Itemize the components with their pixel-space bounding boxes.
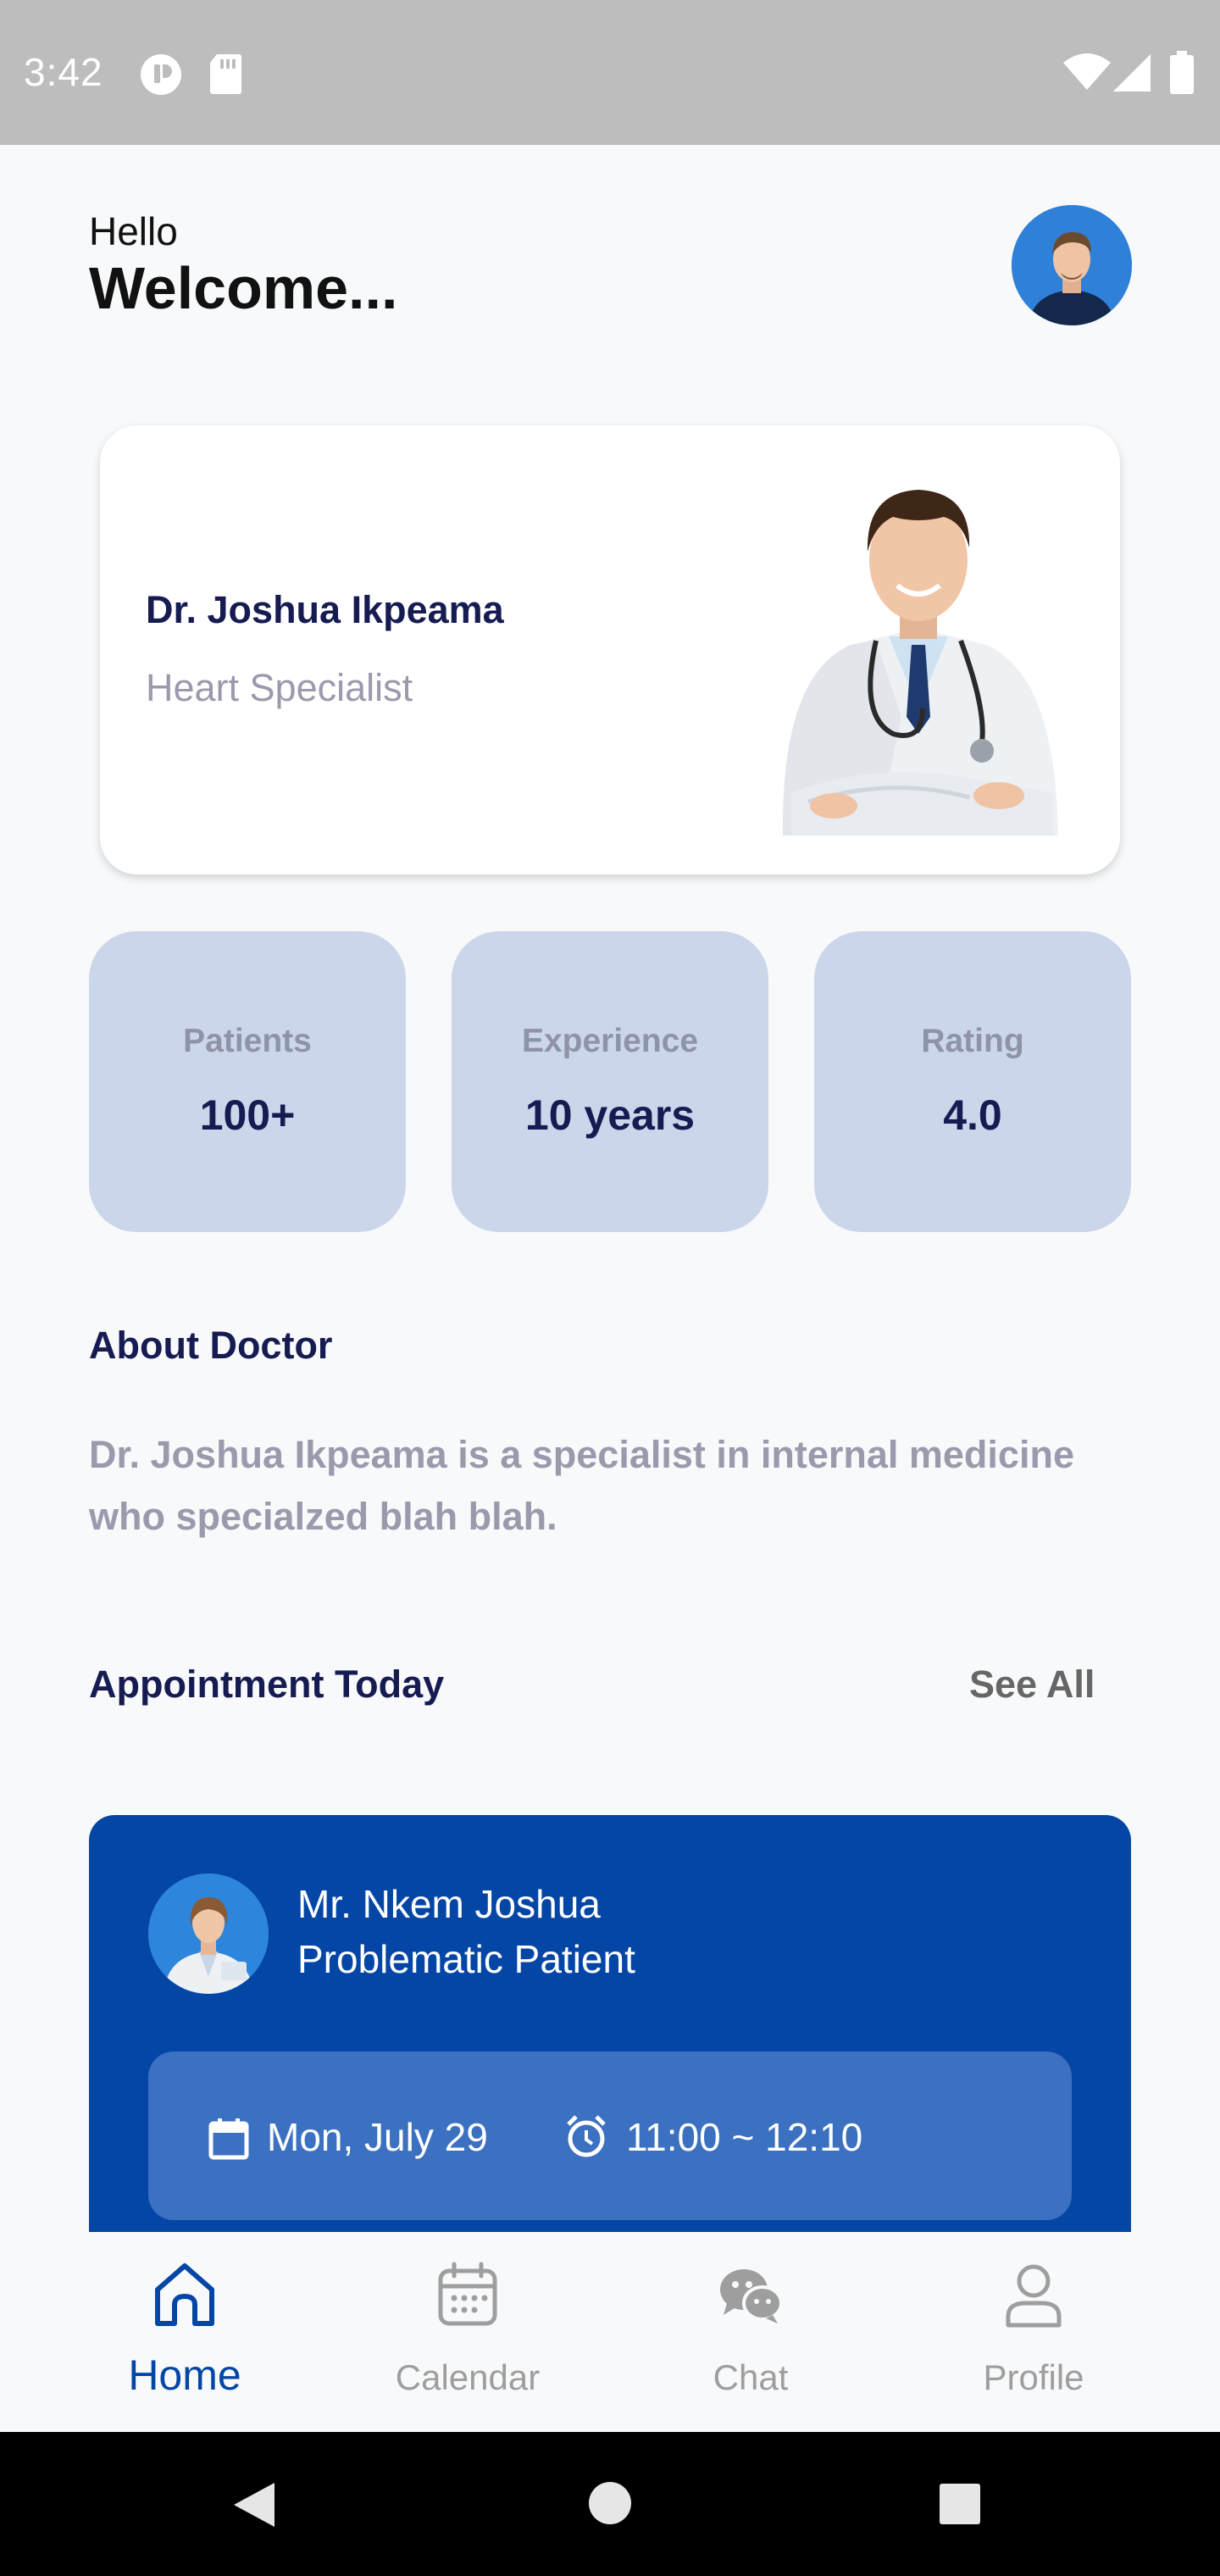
calendar-icon bbox=[438, 2262, 497, 2326]
battery-icon bbox=[1170, 51, 1194, 94]
sd-card-icon bbox=[210, 54, 241, 94]
stat-label: Patients bbox=[183, 1023, 312, 1059]
appointment-date: Mon, July 29 bbox=[267, 2115, 488, 2159]
doctor-specialty: Heart Specialist bbox=[146, 666, 413, 709]
greeting-text: Hello bbox=[89, 209, 178, 253]
nav-calendar[interactable]: Calendar bbox=[341, 2232, 595, 2432]
nav-label-chat: Chat bbox=[713, 2357, 789, 2397]
home-icon bbox=[155, 2263, 214, 2326]
app-screen: 3:42 Hello Welcome... Dr. Joshua Ikpeama… bbox=[0, 0, 1220, 2576]
doctor-photo bbox=[782, 490, 1058, 836]
stat-value: 100+ bbox=[199, 1091, 296, 1139]
patient-name: Mr. Nkem Joshua bbox=[297, 1882, 601, 1926]
about-title: About Doctor bbox=[89, 1324, 333, 1367]
nav-label-profile: Profile bbox=[983, 2357, 1084, 2397]
alarm-clock-icon bbox=[567, 2115, 606, 2157]
appointment-card[interactable]: Mr. Nkem Joshua Problematic Patient Mon,… bbox=[89, 1815, 1131, 2239]
recents-button-icon[interactable] bbox=[939, 2483, 981, 2525]
circle-badge-icon bbox=[141, 54, 181, 95]
calendar-small-icon bbox=[208, 2118, 249, 2160]
stat-card-rating: Rating 4.0 bbox=[814, 931, 1131, 1232]
appointment-schedule: Mon, July 29 11:00 ~ 12:10 bbox=[148, 2051, 1072, 2220]
welcome-title: Welcome... bbox=[89, 255, 398, 321]
profile-icon bbox=[1006, 2264, 1062, 2328]
status-bar: 3:42 bbox=[0, 0, 1220, 145]
nav-label-calendar: Calendar bbox=[395, 2357, 541, 2397]
appointment-time: 11:00 ~ 12:10 bbox=[626, 2115, 863, 2159]
wifi-icon bbox=[1063, 53, 1111, 90]
stat-card-experience: Experience 10 years bbox=[452, 931, 768, 1232]
stat-value: 10 years bbox=[524, 1091, 696, 1139]
nav-home[interactable]: Home bbox=[58, 2232, 312, 2432]
system-navigation-bar bbox=[0, 2432, 1220, 2576]
see-all-link[interactable]: See All bbox=[969, 1663, 1095, 1707]
appointments-title: Appointment Today bbox=[89, 1663, 445, 1706]
doctor-name: Dr. Joshua Ikpeama bbox=[146, 588, 504, 631]
doctor-card[interactable]: Dr. Joshua Ikpeama Heart Specialist bbox=[100, 425, 1120, 874]
user-avatar[interactable] bbox=[1012, 205, 1132, 325]
stat-value: 4.0 bbox=[943, 1091, 1002, 1139]
stat-card-patients: Patients 100+ bbox=[89, 931, 406, 1232]
stat-label: Experience bbox=[521, 1023, 699, 1059]
about-text: Dr. Joshua Ikpeama is a specialist in in… bbox=[89, 1433, 1074, 1538]
patient-note: Problematic Patient bbox=[297, 1937, 635, 1981]
stat-label: Rating bbox=[921, 1023, 1024, 1059]
patient-avatar bbox=[148, 1874, 269, 1994]
bottom-navigation: Home Calendar Chat Profile bbox=[0, 2232, 1220, 2432]
nav-chat[interactable]: Chat bbox=[624, 2232, 878, 2432]
nav-label-home: Home bbox=[128, 2351, 241, 2399]
home-button-icon[interactable] bbox=[588, 2481, 632, 2525]
signal-icon bbox=[1113, 54, 1151, 92]
nav-profile[interactable]: Profile bbox=[907, 2232, 1161, 2432]
back-button-icon[interactable] bbox=[230, 2479, 278, 2530]
status-time: 3:42 bbox=[24, 50, 103, 94]
chat-icon bbox=[720, 2269, 783, 2323]
